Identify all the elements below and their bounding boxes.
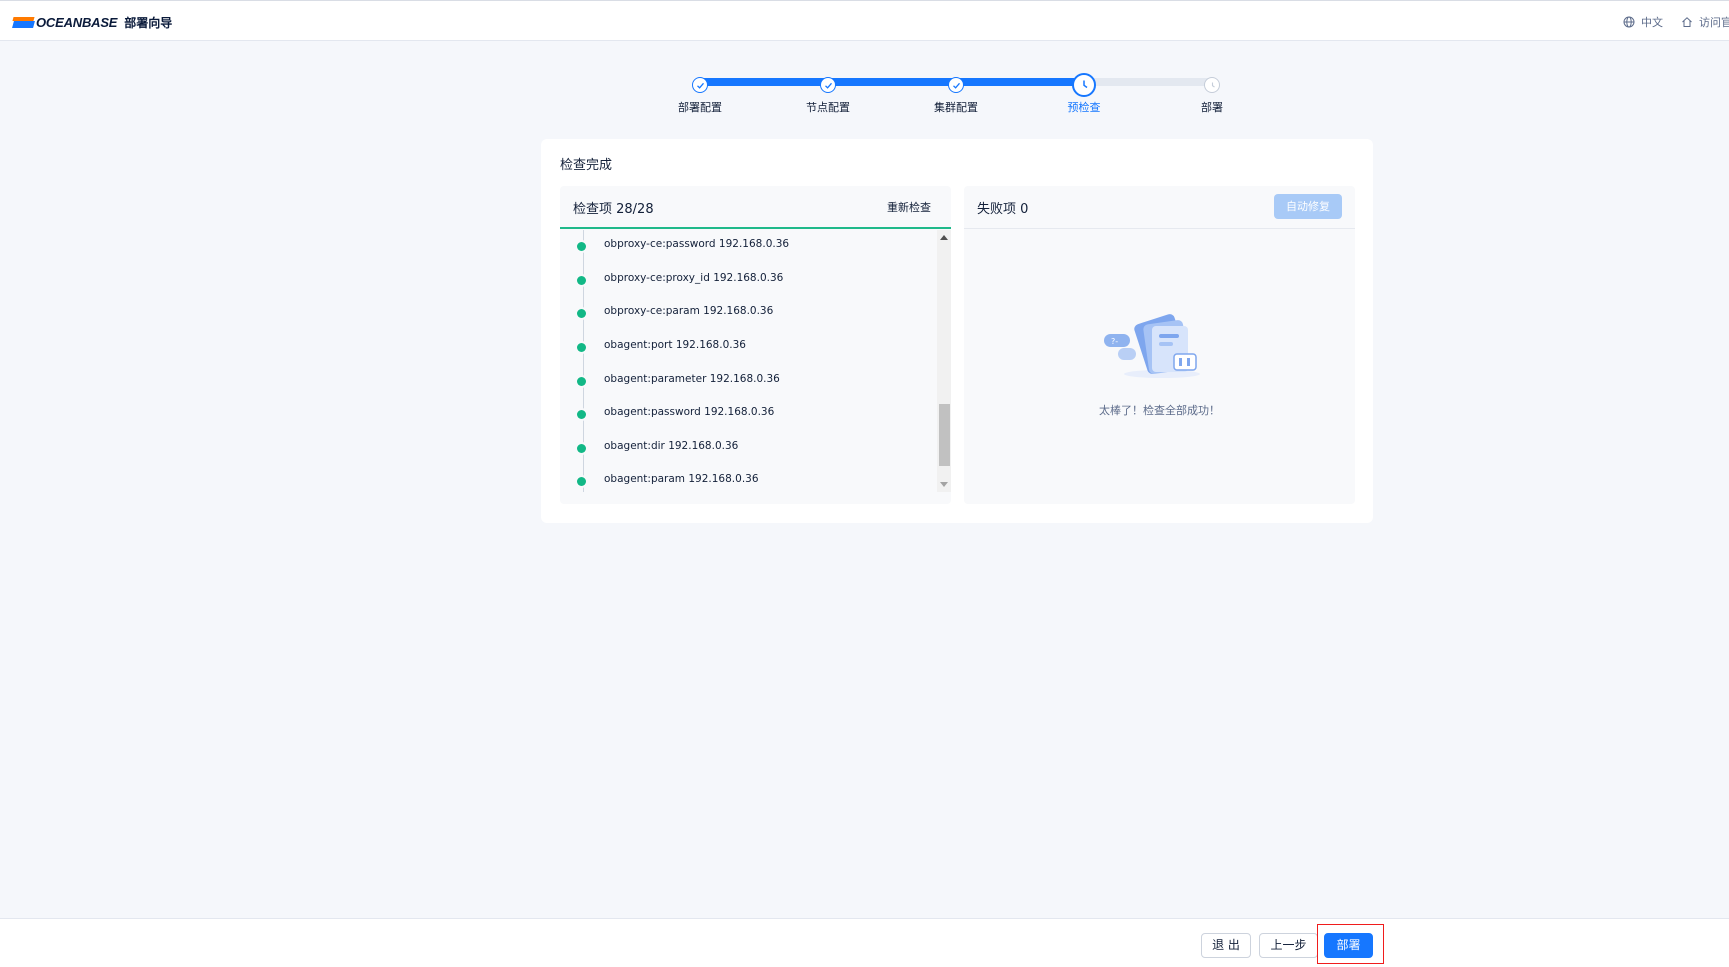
list-item: obagent:dir 192.168.0.36 [577,438,738,454]
steps-progress-line [700,78,1083,86]
previous-step-button[interactable]: 上一步 [1259,933,1318,958]
step-5-clock-icon [1204,77,1220,93]
success-dot-icon [577,476,586,486]
list-item: obproxy-ce:password 192.168.0.36 [577,236,789,252]
failed-items-panel: 失败项 0 自动修复 ?- 太棒了！检查全部成功！ [964,186,1355,504]
card-title: 检查完成 [560,158,613,173]
logo-text: OCEANBASE [36,15,118,30]
success-dot-icon [577,409,586,419]
list-item: obagent:parameter 192.168.0.36 [577,371,780,387]
auto-fix-button[interactable]: 自动修复 [1274,194,1342,219]
step-3-check-icon [948,77,964,93]
list-item: obproxy-ce:param 192.168.0.36 [577,303,773,319]
success-illustration-icon: ?- [1104,314,1200,378]
step-label-deploy: 部署 [1201,101,1223,114]
globe-icon [1623,16,1635,28]
check-items-panel: 检查项 28/28 重新检查 obproxy-ce:password 192.1… [560,186,951,504]
app-title: 部署向导 [124,16,173,30]
check-items-header: 检查项 28/28 重新检查 [560,186,951,229]
deploy-button[interactable]: 部署 [1324,933,1373,958]
list-item: obagent:password 192.168.0.36 [577,404,774,420]
oceanbase-logo-icon [12,17,35,28]
language-switch[interactable]: 中文 [1623,14,1663,30]
success-dot-icon [577,308,586,318]
check-items-list[interactable]: obproxy-ce:password 192.168.0.36 obproxy… [560,230,934,492]
home-icon [1682,17,1692,27]
exit-button[interactable]: 退 出 [1201,933,1251,958]
step-label-node-config: 节点配置 [806,101,850,114]
list-item: obagent:port 192.168.0.36 [577,337,746,353]
precheck-card: 检查完成 检查项 28/28 重新检查 obproxy-ce:password … [541,139,1373,523]
success-dot-icon [577,241,586,251]
check-items-title: 检查项 28/28 [573,202,654,217]
step-label-cluster-config: 集群配置 [934,101,978,114]
success-dot-icon [577,275,586,285]
wizard-steps: 部署配置 节点配置 集群配置 预检查 部署 [678,68,1223,118]
list-item: obproxy-ce:proxy_id 192.168.0.36 [577,270,783,286]
scroll-down-arrow-icon[interactable] [940,482,948,487]
step-label-deploy-config: 部署配置 [678,101,722,114]
success-dot-icon [577,342,586,352]
svg-text:?-: ?- [1111,337,1118,346]
step-1-check-icon [692,77,708,93]
visit-site-label: 访问官网 [1699,16,1729,29]
failed-items-title: 失败项 0 [977,202,1029,217]
success-dot-icon [577,376,586,386]
list-item: obagent:param 192.168.0.36 [577,471,759,487]
step-4-clock-icon [1072,73,1096,97]
steps-remaining-line [1083,78,1213,86]
oceanbase-logo[interactable]: OCEANBASE 部署向导 [12,14,173,31]
failed-items-header: 失败项 0 自动修复 [964,186,1355,229]
empty-success-text: 太棒了！检查全部成功！ [1099,404,1220,417]
list-scrollbar[interactable] [937,230,951,492]
bottom-action-bar: 退 出 上一步 部署 [0,918,1729,967]
scrollbar-thumb[interactable] [939,404,950,466]
step-2-check-icon [820,77,836,93]
scroll-up-arrow-icon[interactable] [940,235,948,240]
top-header: OCEANBASE 部署向导 中文 访问官网 [0,0,1729,41]
recheck-button[interactable]: 重新检查 [887,199,931,215]
step-label-precheck: 预检查 [1067,101,1101,114]
language-label: 中文 [1641,16,1663,29]
success-dot-icon [577,443,586,453]
visit-site-link[interactable]: 访问官网 [1681,14,1729,30]
